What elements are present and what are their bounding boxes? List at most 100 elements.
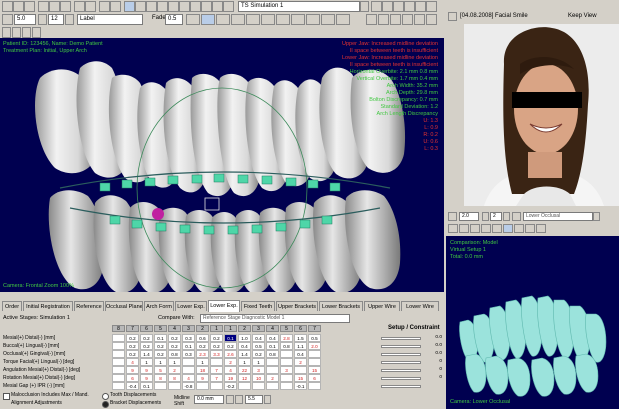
table-cell[interactable]: 1.0 — [238, 334, 251, 342]
table-cell[interactable]: 0.2 — [210, 342, 223, 350]
table-cell[interactable]: 0.1 — [154, 334, 167, 342]
tab-upper-brackets[interactable]: Upper Brackets — [276, 301, 318, 311]
table-cell[interactable]: 1 — [168, 358, 181, 366]
view-right-icon[interactable] — [404, 1, 415, 12]
tool-b-icon[interactable] — [135, 1, 146, 12]
cut-icon[interactable] — [38, 1, 49, 12]
table-cell[interactable]: 2.6 — [224, 350, 237, 358]
display-a-icon[interactable] — [366, 14, 377, 25]
layout-h-icon[interactable] — [291, 14, 305, 25]
tab-lower-wire[interactable]: Lower Wire — [401, 301, 439, 311]
table-cell[interactable]: 2 — [294, 358, 307, 366]
table-cell[interactable] — [308, 350, 321, 358]
table-cell[interactable]: 1.4 — [238, 350, 251, 358]
table-cell[interactable]: 0.8 — [266, 350, 279, 358]
table-cell[interactable]: 0.2 — [210, 334, 223, 342]
table-cell[interactable]: 1 — [140, 358, 153, 366]
tab-lower-exp-2[interactable]: Lower Exp. — [208, 300, 240, 312]
selected-bracket-marker[interactable] — [152, 208, 164, 220]
table-cell[interactable]: 1.1 — [294, 342, 307, 350]
mini-tool-d-icon[interactable] — [481, 224, 491, 233]
midline-right-icon[interactable] — [235, 395, 243, 404]
redo-icon[interactable] — [85, 1, 96, 12]
tool-h-icon[interactable] — [201, 1, 212, 12]
constraint-slider[interactable] — [381, 337, 421, 340]
table-cell[interactable]: 5 — [154, 366, 167, 374]
copy-icon[interactable] — [49, 1, 60, 12]
table-cell[interactable]: 1 — [252, 358, 265, 366]
ruler-icon[interactable] — [12, 27, 21, 38]
compare-with-select[interactable]: Reference Stage Diagnostic Model 1 — [200, 314, 350, 323]
view-top-icon[interactable] — [415, 1, 426, 12]
table-cell[interactable]: 2.3 — [196, 350, 209, 358]
table-cell[interactable] — [112, 334, 125, 342]
layout-e-icon[interactable] — [246, 14, 260, 25]
layout-k-icon[interactable] — [336, 14, 350, 25]
mark-icon[interactable] — [22, 27, 31, 38]
table-cell[interactable]: 15 — [308, 366, 321, 374]
table-cell[interactable]: 22 — [238, 366, 251, 374]
table-cell[interactable] — [154, 382, 167, 390]
table-cell[interactable]: 2.8 — [280, 334, 293, 342]
mini-view-mode-icon[interactable] — [512, 212, 521, 221]
table-cell[interactable]: 0.3 — [182, 350, 195, 358]
table-cell[interactable]: 0.4 — [294, 350, 307, 358]
table-cell[interactable]: 0.2 — [168, 334, 181, 342]
table-cell[interactable]: 6 — [308, 374, 321, 382]
step-down-icon[interactable] — [38, 14, 47, 25]
constraint-slider[interactable] — [381, 353, 421, 356]
fade-input[interactable]: 0.5 — [165, 14, 183, 25]
table-cell[interactable]: 0.8 — [280, 342, 293, 350]
constraint-slider[interactable] — [381, 345, 421, 348]
display-f-icon[interactable] — [426, 14, 437, 25]
tool-c-icon[interactable] — [146, 1, 157, 12]
table-cell[interactable]: -0.1 — [294, 382, 307, 390]
mini-zoom-icon[interactable] — [448, 212, 457, 221]
tab-order[interactable]: Order — [2, 301, 22, 311]
table-cell[interactable] — [168, 382, 181, 390]
grid-icon[interactable] — [2, 27, 11, 38]
table-cell[interactable]: 0.4 — [238, 342, 251, 350]
mini-step-down-icon[interactable] — [482, 212, 489, 221]
tab-upper-wire[interactable]: Upper Wire — [364, 301, 400, 311]
malocclusion-checkbox[interactable] — [3, 393, 10, 400]
step-input[interactable]: 12 — [48, 14, 64, 25]
mini-step-up-icon[interactable] — [503, 212, 510, 221]
mini-step-input[interactable]: 2 — [490, 212, 502, 221]
table-cell[interactable]: 0.2 — [154, 342, 167, 350]
table-cell[interactable]: 2.0 — [308, 342, 321, 350]
table-cell[interactable]: 6 — [126, 374, 139, 382]
table-cell[interactable] — [112, 350, 125, 358]
table-cell[interactable]: 2 — [224, 358, 237, 366]
view-bottom-icon[interactable] — [426, 1, 437, 12]
table-cell[interactable]: 0.2 — [126, 342, 139, 350]
table-cell[interactable]: 2 — [168, 366, 181, 374]
table-cell[interactable] — [112, 382, 125, 390]
table-cell[interactable]: 0.2 — [224, 342, 237, 350]
table-cell[interactable]: 0.3 — [182, 334, 195, 342]
tab-initial-registration[interactable]: Initial Registration — [23, 301, 73, 311]
table-cell[interactable]: 3.3 — [210, 350, 223, 358]
table-cell[interactable]: -0.4 — [126, 382, 139, 390]
table-cell[interactable]: 7 — [210, 366, 223, 374]
table-cell[interactable]: 0.2 — [168, 342, 181, 350]
save-icon[interactable] — [24, 1, 35, 12]
table-cell[interactable]: 15 — [294, 374, 307, 382]
midline-shift-input[interactable]: 0.0 mm — [194, 395, 224, 404]
open-file-icon[interactable] — [13, 1, 24, 12]
table-cell[interactable]: 0.2 — [126, 334, 139, 342]
tool-a-icon[interactable] — [124, 1, 135, 12]
step-shift-dropdown-icon[interactable] — [264, 395, 271, 404]
table-cell[interactable]: 0.2 — [154, 350, 167, 358]
constraint-slider[interactable] — [381, 385, 421, 388]
table-cell[interactable]: 0.5 — [308, 334, 321, 342]
mini-view-dropdown-icon[interactable] — [593, 212, 600, 221]
table-cell[interactable]: 8 — [168, 374, 181, 382]
table-cell[interactable] — [112, 374, 125, 382]
table-cell[interactable] — [252, 382, 265, 390]
tooth-displacements-radio[interactable] — [102, 393, 109, 400]
table-cell[interactable]: 0.2 — [140, 334, 153, 342]
mini-view-select[interactable]: Lower Occlusal — [523, 212, 593, 221]
layout-c-icon[interactable] — [216, 14, 230, 25]
table-cell[interactable]: 0.2 — [140, 342, 153, 350]
